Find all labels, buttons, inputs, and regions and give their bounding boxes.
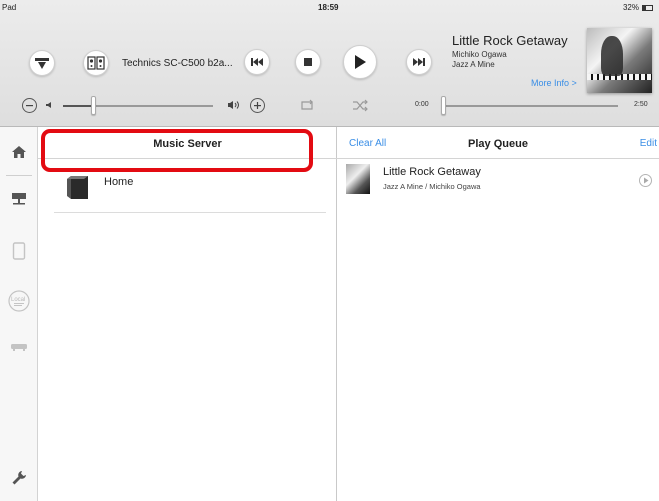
previous-button[interactable] — [244, 49, 270, 75]
play-button[interactable] — [343, 45, 377, 79]
volume-down-button[interactable] — [22, 98, 37, 113]
renderer-select-button[interactable] — [29, 50, 55, 76]
speaker-bar-icon — [11, 344, 27, 351]
source-sidebar: Local — [0, 127, 38, 501]
seek-slider-thumb[interactable] — [441, 96, 446, 115]
play-icon — [355, 55, 366, 69]
repeat-icon[interactable] — [299, 99, 315, 112]
plus-icon — [254, 102, 261, 109]
device-name[interactable]: Technics SC-C500 b2a... — [122, 58, 233, 69]
status-time: 18:59 — [318, 3, 339, 12]
more-info-link[interactable]: More Info > — [531, 78, 577, 88]
volume-slider[interactable] — [63, 96, 213, 115]
album-art[interactable] — [587, 28, 652, 93]
play-small-icon — [643, 177, 648, 184]
wrench-icon — [12, 471, 26, 485]
queue-item[interactable]: Little Rock Getaway Jazz A Mine / Michik… — [337, 161, 659, 201]
server-item-label: Home — [104, 176, 134, 188]
previous-track-icon — [251, 58, 263, 66]
now-playing-artist: Michiko Ogawa — [452, 50, 507, 59]
play-queue-panel: Clear All Play Queue Edit Little Rock Ge… — [337, 127, 659, 501]
elapsed-time: 0:00 — [415, 101, 429, 108]
minus-icon — [26, 105, 33, 107]
volume-slider-thumb[interactable] — [91, 96, 96, 115]
now-playing-title: Little Rock Getaway — [452, 33, 568, 48]
battery-icon — [642, 4, 653, 11]
sidebar-item-settings[interactable] — [9, 468, 29, 488]
speaker-select-icon — [35, 58, 49, 69]
stereo-speakers-icon — [87, 56, 105, 70]
stop-button[interactable] — [295, 49, 321, 75]
sidebar-item-bluetooth-speaker[interactable] — [9, 337, 29, 357]
volume-fill — [63, 105, 93, 107]
queue-item-play-button[interactable] — [639, 174, 652, 187]
volume-up-button[interactable] — [250, 98, 265, 113]
sidebar-item-device[interactable] — [9, 241, 29, 261]
volume-high-icon — [228, 101, 239, 109]
queue-item-art — [346, 164, 370, 194]
status-device: Pad — [2, 3, 17, 12]
local-label: Local — [11, 297, 26, 303]
header-divider — [337, 158, 659, 159]
sidebar-item-local[interactable]: Local — [8, 290, 30, 312]
edit-button[interactable]: Edit — [640, 138, 657, 149]
shuffle-icon[interactable] — [352, 99, 369, 112]
house-icon — [12, 146, 26, 158]
next-track-icon — [413, 58, 425, 66]
server-icon — [67, 176, 88, 199]
sidebar-item-home[interactable] — [9, 142, 29, 162]
tablet-icon — [12, 242, 26, 260]
volume-low-icon — [46, 102, 51, 108]
music-server-panel: Music Server Home — [38, 127, 337, 501]
status-battery: 32% — [623, 3, 653, 12]
total-time: 2:50 — [634, 101, 648, 108]
highlight-box — [41, 129, 313, 172]
network-server-icon — [12, 193, 26, 205]
queue-item-subtitle: Jazz A Mine / Michiko Ogawa — [383, 182, 481, 191]
row-divider — [54, 212, 326, 213]
sidebar-divider — [6, 175, 32, 176]
sidebar-item-music-server[interactable] — [9, 189, 29, 209]
device-button[interactable] — [83, 50, 109, 76]
battery-percent: 32% — [622, 3, 639, 12]
player-control-bar: Pad 18:59 32% Technics SC-C500 b2a... Li… — [0, 0, 659, 127]
stop-icon — [304, 58, 312, 66]
seek-slider[interactable] — [441, 96, 618, 115]
play-queue-title: Play Queue — [468, 138, 528, 150]
queue-item-title: Little Rock Getaway — [383, 166, 481, 178]
next-button[interactable] — [406, 49, 432, 75]
now-playing-album: Jazz A Mine — [452, 60, 495, 69]
